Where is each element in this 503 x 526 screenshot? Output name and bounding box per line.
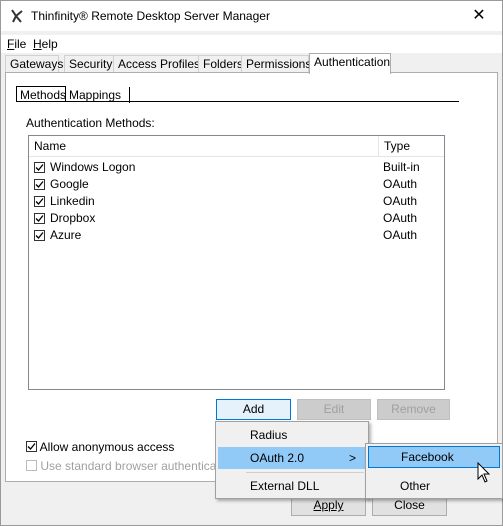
cell-name: Google [50,177,89,191]
close-window-icon[interactable]: ✕ [456,1,502,31]
menu-file-rest: ile [14,37,27,51]
menu-separator [246,472,364,473]
list-row[interactable]: Google OAuth [29,176,444,193]
row-checkbox[interactable] [34,230,45,241]
app-logo-icon [9,8,25,24]
cell-name: Linkedin [50,194,95,208]
menu-item-radius[interactable]: Radius [218,424,366,446]
row-checkbox[interactable] [34,196,45,207]
row-checkbox[interactable] [34,179,45,190]
cell-name: Windows Logon [50,160,136,174]
cell-name: Dropbox [50,211,96,225]
list-row[interactable]: Dropbox OAuth [29,210,444,227]
remove-button[interactable]: Remove [377,399,450,420]
menu-item-oauth2[interactable]: OAuth 2.0 > [218,447,366,469]
cell-type: Built-in [383,160,420,174]
menu-bar: File Help [1,35,502,53]
edit-button[interactable]: Edit [297,399,371,420]
mouse-cursor-icon [477,462,491,483]
column-name[interactable]: Name [34,139,66,153]
auth-methods-list[interactable]: Name Type Windows Logon Built-in Google … [28,135,445,390]
subtab-methods[interactable]: Methods [16,86,66,102]
column-separator [378,136,379,156]
allow-anonymous-checkbox[interactable] [26,441,37,452]
apply-label: Apply [313,498,344,512]
standard-browser-auth-checkbox[interactable] [26,460,37,471]
add-button[interactable]: Add [216,399,291,420]
title-bar: Thinfinity® Remote Desktop Server Manage… [1,1,502,31]
tab-authentication[interactable]: Authentication [309,53,391,74]
tab-folders[interactable]: Folders [198,55,243,72]
cell-type: OAuth [383,177,418,191]
cell-type: OAuth [383,211,418,225]
list-row[interactable]: Linkedin OAuth [29,193,444,210]
standard-browser-auth-option[interactable]: Use standard browser authentication [26,459,236,473]
tab-gateways[interactable]: Gateways [5,55,63,72]
menu-help-rest: elp [41,37,58,51]
cell-name: Azure [50,228,82,242]
menu-item-external-dll[interactable]: External DLL [218,475,366,497]
row-checkbox[interactable] [34,213,45,224]
cell-type: OAuth [383,228,418,242]
auth-methods-label: Authentication Methods: [26,116,155,130]
submenu-arrow-icon: > [348,451,356,465]
column-type[interactable]: Type [384,139,410,153]
list-row[interactable]: Windows Logon Built-in [29,159,444,176]
allow-anonymous-option[interactable]: Allow anonymous access [26,440,174,454]
list-header: Name Type [29,136,444,157]
menu-file[interactable]: File [7,37,26,51]
main-tabs: Gateways Security Access Profiles Folder… [5,53,502,74]
tab-security[interactable]: Security [64,55,114,72]
menu-help-accel: H [33,37,42,51]
window-title: Thinfinity® Remote Desktop Server Manage… [31,9,270,23]
allow-anonymous-label: Allow anonymous access [39,440,175,454]
menu-item-oauth2-label: OAuth 2.0 [250,451,305,465]
menu-help[interactable]: Help [33,37,58,51]
standard-browser-auth-label: Use standard browser authentication [40,459,236,473]
list-row[interactable]: Azure OAuth [29,227,444,244]
tab-permissions[interactable]: Permissions [241,55,311,72]
add-dropdown-menu: Radius OAuth 2.0 > External DLL [215,421,369,499]
tab-access-profiles[interactable]: Access Profiles [113,55,200,72]
row-checkbox[interactable] [34,162,45,173]
cell-type: OAuth [383,194,418,208]
